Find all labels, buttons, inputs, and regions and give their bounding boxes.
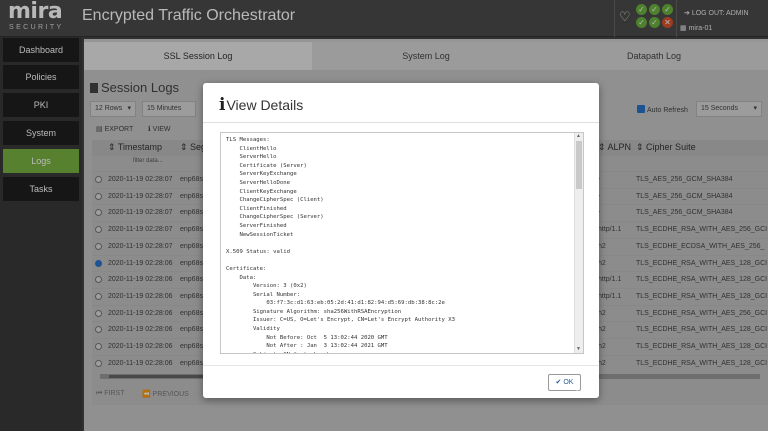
view-details-dialog: iView Details TLS Messages: ClientHello … [203, 83, 599, 398]
divider [203, 122, 599, 123]
dialog-title-text: View Details [226, 97, 304, 113]
details-content: TLS Messages: ClientHello ServerHello Ce… [226, 137, 456, 353]
info-icon: i [219, 95, 226, 115]
scroll-up-icon[interactable]: ▲ [576, 133, 581, 139]
ok-label: OK [563, 379, 574, 386]
scroll-down-icon[interactable]: ▼ [576, 346, 581, 352]
divider [203, 365, 599, 366]
details-textarea[interactable]: TLS Messages: ClientHello ServerHello Ce… [220, 132, 584, 354]
vertical-scrollbar[interactable]: ▲ ▼ [574, 133, 583, 353]
scrollbar-thumb[interactable] [576, 141, 582, 189]
dialog-title: iView Details [219, 95, 303, 115]
